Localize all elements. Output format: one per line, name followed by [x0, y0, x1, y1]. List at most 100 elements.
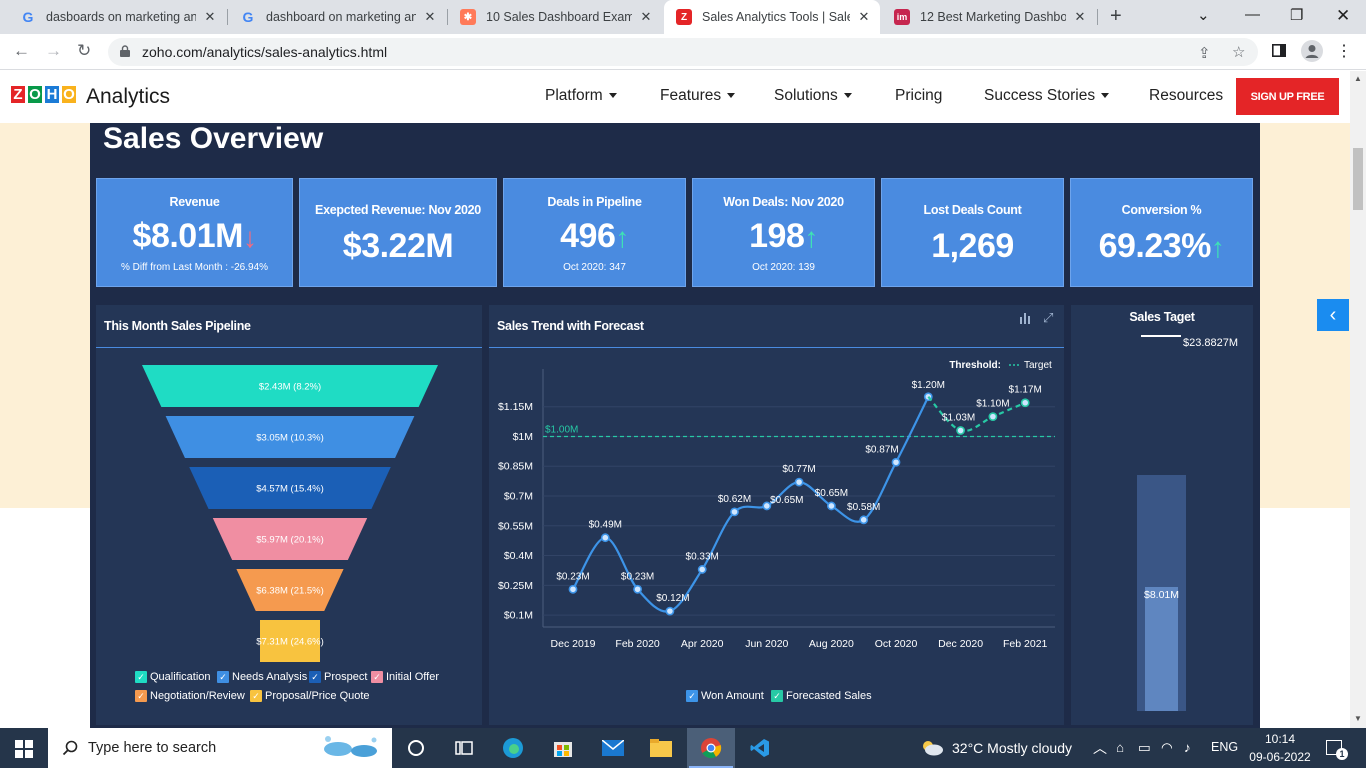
nav-solutions[interactable]: Solutions	[774, 87, 852, 105]
chrome-icon[interactable]	[698, 736, 724, 760]
data-point[interactable]	[697, 565, 707, 574]
google-icon: G	[22, 9, 34, 25]
scroll-thumb[interactable]	[1353, 148, 1363, 210]
weather-text[interactable]: 32°C Mostly cloudy	[952, 740, 1072, 756]
panel-title: Sales Taget	[1129, 310, 1195, 324]
legend-negotiation-review[interactable]: ✓ Negotiation/Review	[135, 690, 245, 702]
kpi-subtext: % Diff from Last Month : -26.94%	[120, 262, 269, 273]
data-point[interactable]	[568, 584, 578, 594]
browser-tab-active[interactable]: Z Sales Analytics Tools | Sales Analytic…	[664, 0, 880, 34]
data-point[interactable]	[859, 515, 869, 525]
close-icon[interactable]: ✕	[856, 9, 872, 25]
close-icon[interactable]: ✕	[638, 9, 654, 25]
data-point[interactable]	[1020, 398, 1030, 408]
back-button[interactable]: ←	[13, 41, 30, 61]
kpi-lost-deals: Lost Deals Count 1,269	[881, 178, 1064, 287]
windows-start-icon[interactable]	[15, 740, 33, 763]
window-close-button[interactable]: ✕	[1336, 6, 1350, 26]
meet-now-icon[interactable]: ⌂	[1116, 740, 1124, 755]
logo-letter: H	[44, 85, 60, 104]
reload-button[interactable]: ↻	[77, 41, 91, 61]
new-tab-button[interactable]: +	[1110, 5, 1122, 28]
legend-proposal-price-quote[interactable]: ✓ Proposal/Price Quote	[250, 690, 370, 702]
bookmark-star-icon[interactable]: ☆	[1232, 43, 1245, 61]
clock-time[interactable]: 10:14	[1250, 732, 1310, 746]
legend-prospect[interactable]: ✓ Prospect	[309, 671, 367, 683]
cortana-icon[interactable]	[403, 736, 429, 760]
data-point[interactable]	[956, 426, 965, 435]
edge-icon[interactable]	[500, 736, 526, 760]
brand-name[interactable]: Analytics	[86, 85, 170, 109]
nav-success-stories[interactable]: Success Stories	[984, 87, 1110, 105]
data-point[interactable]	[730, 507, 739, 517]
legend-won-amount[interactable]: ✓ Won Amount	[686, 690, 764, 702]
vscode-icon[interactable]	[747, 736, 773, 760]
legend-qualification[interactable]: ✓ Qualification	[135, 671, 211, 683]
clock-date[interactable]: 09-06-2022	[1248, 750, 1312, 764]
chevron-up-icon[interactable]: ︿	[1093, 738, 1107, 758]
profile-avatar-icon[interactable]	[1301, 40, 1323, 66]
legend-forecasted-sales[interactable]: ✓ Forecasted Sales	[771, 690, 872, 702]
maximize-button[interactable]: ❐	[1290, 6, 1303, 24]
target-value-label: $23.8827M	[1183, 337, 1239, 349]
battery-icon[interactable]: ▭	[1138, 740, 1151, 756]
share-icon[interactable]: ⇪	[1198, 44, 1211, 62]
language-indicator[interactable]: ENG	[1211, 740, 1238, 754]
legend-initial-offer[interactable]: ✓ Initial Offer	[371, 671, 439, 683]
nav-pricing[interactable]: Pricing	[895, 87, 942, 105]
data-point[interactable]	[665, 606, 675, 616]
close-icon[interactable]: ✕	[202, 9, 218, 25]
x-tick-label: Dec 2020	[938, 638, 983, 650]
data-point[interactable]	[988, 412, 998, 422]
task-view-icon[interactable]	[451, 736, 477, 760]
forward-button[interactable]: →	[45, 41, 62, 61]
sign-up-button[interactable]: SIGN UP FREE	[1236, 78, 1339, 115]
scroll-up-icon[interactable]: ▲	[1354, 74, 1362, 83]
zoho-logo[interactable]: Z O H O	[10, 85, 78, 104]
expand-icon[interactable]: ⤢	[1043, 310, 1053, 326]
sales-target-panel: Sales Taget $23.8827M $8.01M	[1071, 305, 1253, 725]
taskbar-search-box[interactable]: Type here to search	[48, 728, 392, 768]
omnibox[interactable]: zoho.com/analytics/sales-analytics.html …	[108, 38, 1258, 66]
funnel-label: $3.05M (10.3%)	[256, 433, 324, 444]
url-text[interactable]: zoho.com/analytics/sales-analytics.html	[142, 44, 387, 60]
browser-tab[interactable]: G dashboard on marketing and sales ✕	[228, 0, 446, 34]
kpi-subtext: Oct 2020: 347	[563, 262, 626, 273]
side-panel-icon[interactable]	[1272, 44, 1286, 61]
minimize-button[interactable]: —	[1245, 6, 1260, 23]
dashboard-title: Sales Overview	[103, 122, 324, 155]
nav-resources[interactable]: Resources	[1149, 87, 1223, 105]
hubspot-icon: ✱	[460, 9, 476, 25]
scroll-down-icon[interactable]: ▼	[1354, 714, 1362, 723]
nav-features[interactable]: Features	[660, 87, 736, 105]
threshold-label: $1.00M	[545, 424, 578, 435]
data-point[interactable]	[891, 457, 901, 467]
microsoft-store-icon[interactable]	[550, 736, 576, 760]
data-point[interactable]	[794, 477, 804, 487]
data-point[interactable]	[600, 533, 610, 543]
file-explorer-icon[interactable]	[648, 736, 674, 760]
volume-icon[interactable]: ♪	[1184, 740, 1191, 755]
tab-title: dashboard on marketing and sales	[266, 10, 416, 24]
close-icon[interactable]: ✕	[422, 9, 438, 25]
wifi-icon[interactable]: ◠	[1161, 740, 1173, 756]
browser-menu-icon[interactable]: ⋮	[1336, 41, 1352, 61]
kpi-value: $3.22M	[342, 227, 454, 265]
tab-search-icon[interactable]: ⌄	[1197, 6, 1210, 24]
arrow-up-icon: ↑	[804, 222, 818, 253]
page-scrollbar[interactable]: ▲ ▼	[1350, 71, 1366, 728]
browser-tab[interactable]: ✱ 10 Sales Dashboard Examples ✕	[448, 0, 662, 34]
close-icon[interactable]: ✕	[1072, 9, 1088, 25]
browser-tab[interactable]: G dasboards on marketing and sales ✕	[8, 0, 226, 34]
weather-cloud-icon[interactable]	[920, 738, 944, 761]
side-panel-toggle-button[interactable]: ‹	[1317, 299, 1349, 331]
x-tick-label: Aug 2020	[809, 638, 854, 650]
chart-type-icon[interactable]	[1019, 311, 1031, 329]
nav-platform[interactable]: Platform	[545, 87, 617, 105]
mail-icon[interactable]	[600, 736, 626, 760]
legend-needs-analysis[interactable]: ✓ Needs Analysis	[217, 671, 307, 683]
checkbox-icon: ✓	[217, 671, 229, 683]
browser-tab[interactable]: im 12 Best Marketing Dashboards ✕	[882, 0, 1096, 34]
data-point[interactable]	[633, 584, 642, 594]
data-point[interactable]	[826, 501, 836, 511]
